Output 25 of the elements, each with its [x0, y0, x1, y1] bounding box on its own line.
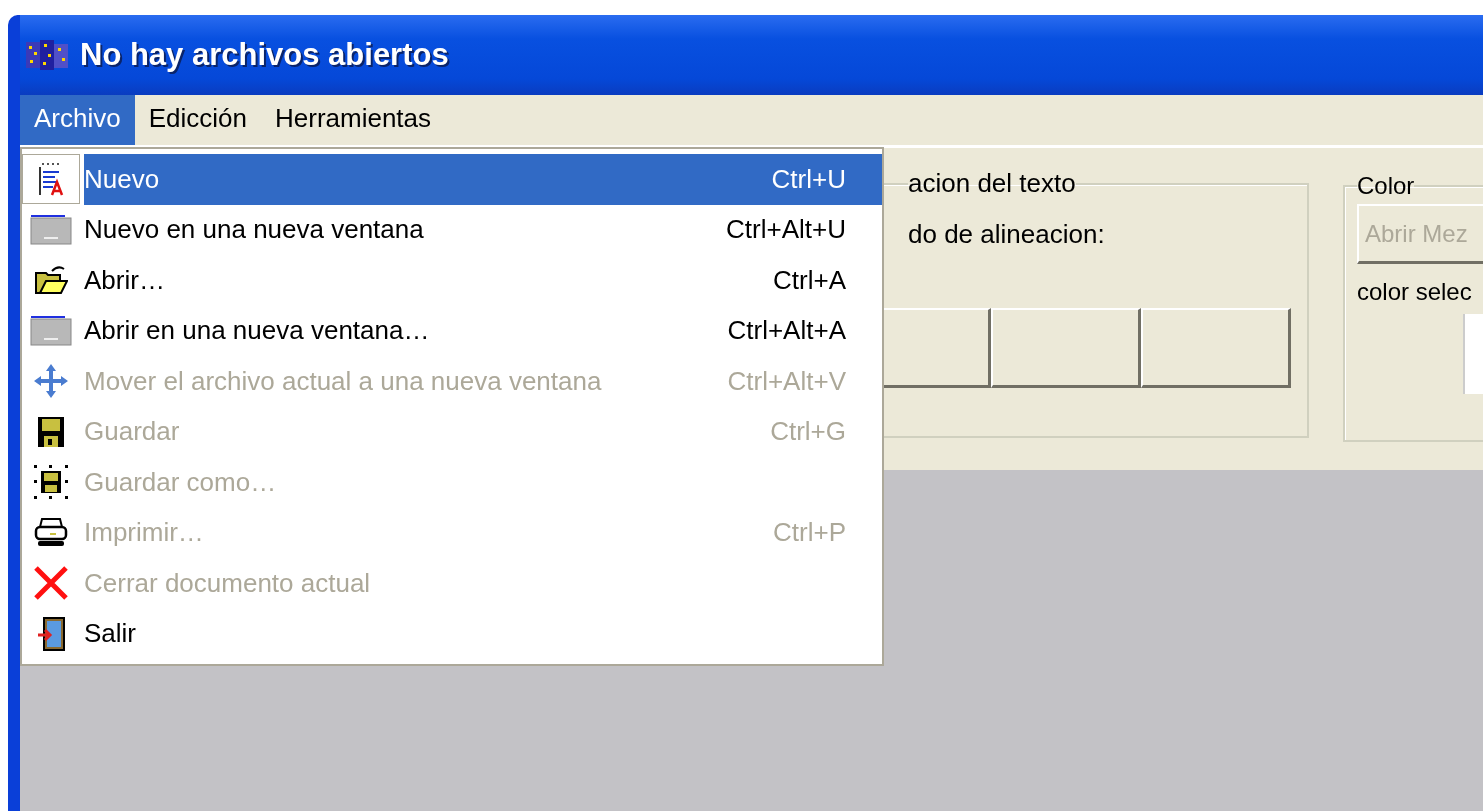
document-icon: [36, 162, 66, 197]
menu-item[interactable]: Abrir en una nueva ventana… Ctrl+Alt+A: [22, 305, 882, 356]
app-icon: [26, 40, 68, 70]
group-title: Color: [1357, 172, 1415, 200]
move-arrows-icon: [33, 363, 69, 400]
window-icon: [30, 214, 72, 245]
menu-bar-item[interactable]: Edicción: [134, 95, 261, 145]
group-title: acion del texto: [908, 168, 1076, 199]
alignment-button[interactable]: [991, 308, 1141, 388]
selected-color-label: color selec: [1357, 278, 1473, 306]
menu-item[interactable]: Abrir… Ctrl+A: [22, 255, 882, 306]
menu-bar-item[interactable]: Archivo: [20, 95, 135, 145]
alignment-button[interactable]: [1141, 308, 1291, 388]
close-icon: [33, 566, 69, 601]
printer-icon: [34, 516, 68, 549]
alignment-label: do de alineacion:: [908, 219, 1106, 250]
folder-icon: [34, 265, 68, 296]
menu-bar-item[interactable]: Herramientas: [261, 95, 446, 145]
floppy-disk-icon: [33, 464, 69, 501]
menu-item[interactable]: Nuevo Ctrl+U: [22, 154, 882, 205]
menu-item[interactable]: Salir: [22, 608, 882, 659]
menu-item[interactable]: Nuevo en una nueva ventana Ctrl+Alt+U: [22, 204, 882, 255]
window-title: No hay archivos abiertos: [80, 37, 449, 73]
window-icon: [30, 315, 72, 346]
exit-door-icon: [36, 616, 66, 651]
